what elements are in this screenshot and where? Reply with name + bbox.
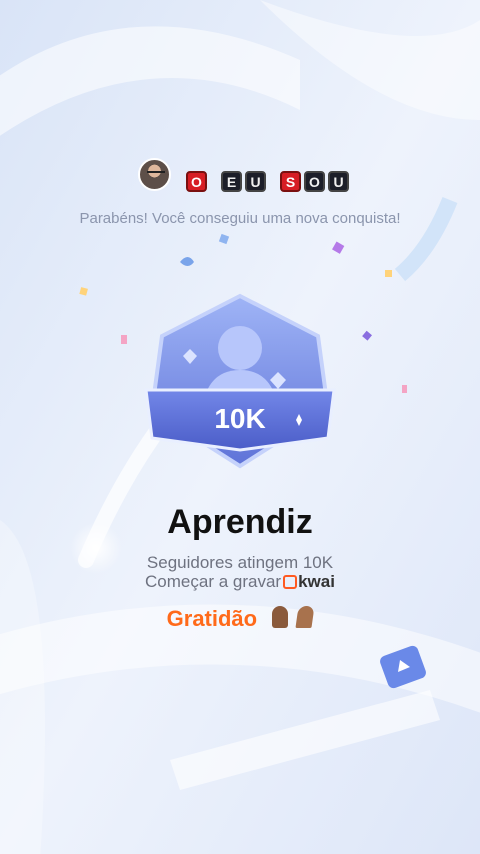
name-tile: O xyxy=(304,171,325,192)
name-tile: E xyxy=(221,171,242,192)
kwai-brand-text: kwai xyxy=(298,572,335,591)
caption: Gratidão xyxy=(0,606,480,634)
follower-badge-icon: 10K xyxy=(144,293,336,469)
avatar-glasses xyxy=(147,171,165,177)
kwai-mark-icon xyxy=(283,574,298,589)
name-tile: U xyxy=(245,171,266,192)
user-name-tiles[interactable]: OEUSOU xyxy=(186,171,349,192)
hands-emoji xyxy=(269,606,315,634)
name-tile: S xyxy=(280,171,301,192)
user-avatar[interactable] xyxy=(138,158,171,191)
achievement-description: Seguidores atingem 10K Começar a gravar … xyxy=(0,553,480,591)
achievement-title: Aprendiz xyxy=(167,503,313,541)
name-tile-space xyxy=(210,171,218,192)
caption-text: Gratidão xyxy=(166,606,258,631)
name-tile-space xyxy=(269,171,277,192)
achievement-line1: Seguidores atingem 10K xyxy=(146,553,334,572)
raising-hands-icon xyxy=(272,606,289,629)
achievement-subtitle: Parabéns! Você conseguiu uma nova conqui… xyxy=(79,210,401,227)
name-tile: U xyxy=(328,171,349,192)
record-prompt[interactable]: Começar a gravar kwai xyxy=(145,572,335,591)
folded-hands-icon xyxy=(295,606,315,629)
record-prompt-text: Começar a gravar xyxy=(145,572,282,591)
kwai-logo: kwai xyxy=(283,572,335,591)
badge-label: 10K xyxy=(214,403,265,434)
name-tile: O xyxy=(186,171,207,192)
